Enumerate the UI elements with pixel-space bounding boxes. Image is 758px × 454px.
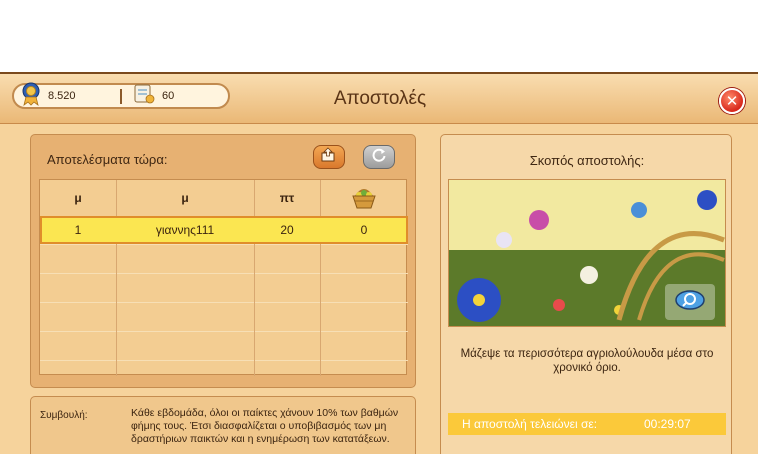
timer-bar: Η αποστολή τελειώνει σε: 00:29:07 [448, 413, 726, 435]
stats-bar: 8.520 60 [12, 82, 230, 109]
timer-value: 00:29:07 [644, 417, 691, 431]
share-icon [320, 146, 338, 168]
refresh-button[interactable] [363, 145, 395, 169]
tip-panel: Συμβουλή: Κάθε εβδομάδα, όλοι οι παίκτες… [30, 396, 416, 454]
results-title: Αποτελέσματα τώρα: [47, 152, 168, 167]
tip-label: Συμβουλή: [40, 410, 88, 421]
header-rank: μ [74, 191, 82, 205]
window-title: Αποστολές [333, 88, 427, 109]
mission-image [448, 179, 726, 327]
scroll-quest-icon [132, 82, 156, 111]
share-button[interactable] [313, 145, 345, 169]
table-divider [40, 360, 408, 361]
stats-divider [120, 89, 122, 104]
table-divider [40, 273, 408, 274]
table-divider [40, 244, 408, 245]
table-divider [40, 331, 408, 332]
missions-window: 8.520 60 Αποστολές ✕ Αποτελέσματα τώρα: … [0, 72, 758, 454]
gold-medal-icon [20, 82, 42, 111]
header-collected [320, 180, 408, 216]
window-titlebar: 8.520 60 Αποστολές ✕ [0, 74, 758, 124]
tasks-value: 60 [162, 90, 175, 102]
close-icon: ✕ [725, 93, 739, 110]
header-name: μ [181, 191, 189, 205]
goal-title: Σκοπός αποστολής: [529, 153, 645, 168]
gold-stat: 8.520 [20, 82, 76, 107]
timer-label: Η αποστολή τελειώνει σε: [462, 417, 598, 431]
row-rank: 1 [74, 223, 82, 237]
refresh-icon [371, 147, 387, 168]
results-table: μ μ πτ 1 γιαννης111 20 0 [39, 179, 408, 376]
results-panel: Αποτελέσματα τώρα: μ μ πτ 1 γιαννης111 2… [30, 134, 416, 388]
header-points: πτ [279, 191, 295, 205]
tasks-stat: 60 [132, 84, 175, 107]
flower-basket-icon [349, 184, 379, 213]
goal-description: Μάζεψε τα περισσότερα αγριολούλουδα μέσα… [460, 348, 714, 374]
row-name: γιαννης111 [155, 223, 215, 237]
magnifier-icon [674, 289, 706, 316]
tip-text: Κάθε εβδομάδα, όλοι οι παίκτες χάνουν 10… [131, 407, 399, 445]
row-collected: 0 [360, 223, 368, 237]
gold-value: 8.520 [48, 90, 76, 102]
table-divider [40, 302, 408, 303]
goal-panel: Σκοπός αποστολής: Μάζεψε τα περισσότερα … [440, 134, 732, 454]
row-points: 20 [280, 223, 294, 237]
close-button[interactable]: ✕ [719, 88, 745, 114]
zoom-button[interactable] [665, 284, 715, 320]
